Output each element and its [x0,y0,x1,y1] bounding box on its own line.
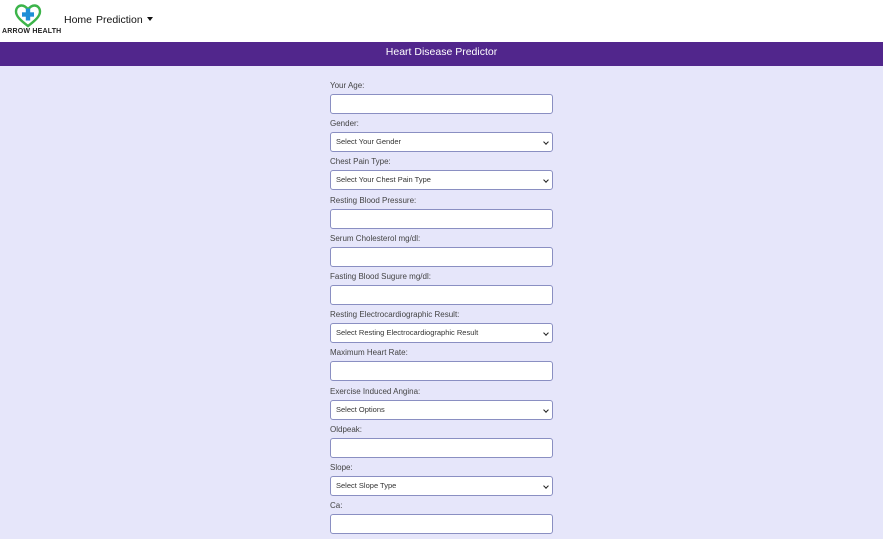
gender-select[interactable]: Select Your Gender [330,132,553,153]
gender-label: Gender: [330,119,359,129]
ca-input[interactable] [330,514,553,535]
oldpeak-label: Oldpeak: [330,424,363,434]
exercise-induced-angina-label: Exercise Induced Angina: [330,386,421,396]
serum-cholesterol-mg-dl-input[interactable] [330,246,553,267]
heart-cross-icon [14,4,42,28]
page-title: Heart Disease Predictor [385,46,498,58]
brand-logo[interactable]: ARROW HEALTH [2,4,68,38]
fasting-blood-sugure-mg-dl-label: Fasting Blood Sugure mg/dl: [330,272,431,281]
slope-select[interactable]: Select Slope Type [330,476,553,496]
your-age-label: Your Age: [330,81,365,90]
navbar: ARROW HEALTH Home Prediction [0,0,883,42]
nav-prediction-label: Prediction [96,14,143,26]
resting-blood-pressure-input[interactable] [330,208,553,229]
resting-electrocardiographic-result-label: Resting Electrocardiographic Result: [330,310,460,320]
chest-pain-type-selected-value: Select Your Chest Pain Type [336,175,431,185]
brand-name: ARROW HEALTH [2,28,62,35]
page-title-bar: Heart Disease Predictor [0,42,883,66]
exercise-induced-angina-select[interactable]: Select Options [330,399,553,420]
chest-pain-type-label: Chest Pain Type: [330,157,391,167]
maximum-heart-rate-label: Maximum Heart Rate: [330,348,408,358]
serum-cholesterol-mg-dl-label: Serum Cholesterol mg/dl: [330,233,421,243]
exercise-induced-angina-selected-value: Select Options [336,404,385,414]
nav-home-label: Home [64,14,93,26]
resting-blood-pressure-label: Resting Blood Pressure: [330,195,417,205]
chevron-down-icon [543,177,549,184]
slope-selected-value: Select Slope Type [336,481,397,490]
chevron-down-icon [543,139,549,146]
ca-label: Ca: [330,501,343,511]
chest-pain-type-select[interactable]: Select Your Chest Pain Type [330,170,553,191]
resting-electrocardiographic-result-selected-value: Select Resting Electrocardiographic Resu… [336,328,479,338]
chevron-down-icon [543,330,549,337]
chevron-down-icon [543,406,549,413]
slope-label: Slope: [330,463,353,472]
oldpeak-input[interactable] [330,437,553,458]
nav-prediction-dropdown[interactable]: Prediction [96,14,153,26]
caret-down-icon [146,17,153,21]
fasting-blood-sugure-mg-dl-input[interactable] [330,285,553,305]
gender-selected-value: Select Your Gender [336,137,402,147]
resting-electrocardiographic-result-select[interactable]: Select Resting Electrocardiographic Resu… [330,323,553,344]
maximum-heart-rate-input[interactable] [330,361,553,382]
your-age-input[interactable] [330,94,553,114]
nav-home-link[interactable]: Home [64,14,92,26]
chevron-down-icon [543,483,549,489]
